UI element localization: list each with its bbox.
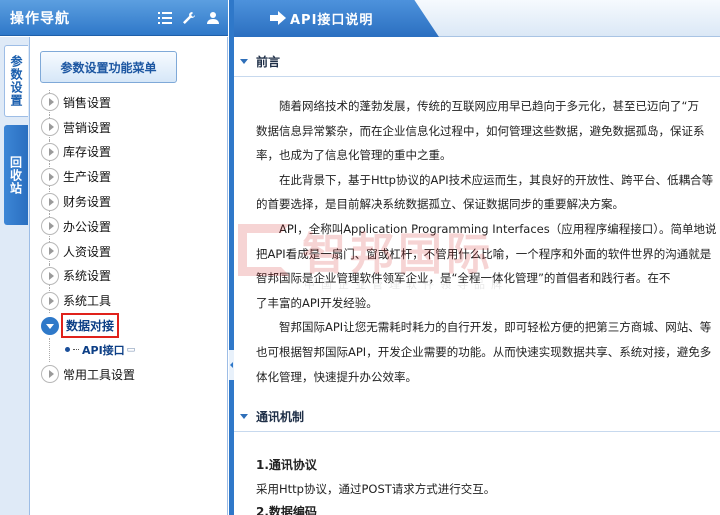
menu-item-common-tools[interactable]: 常用工具设置 bbox=[39, 362, 219, 387]
nav-title: 操作导航 bbox=[10, 10, 70, 27]
paragraph-line: 把API看成是一扇门、窗或杠杆，不管用什么比喻，一个程序和外面的软件世界的沟通就… bbox=[256, 246, 712, 261]
paragraph-line: 体化管理，快速提升办公效率。 bbox=[256, 369, 417, 384]
paragraph-line: API，全称叫Application Programming Interface… bbox=[279, 221, 717, 236]
protocol-text: 采用Http协议，通过POST请求方式进行交互。 bbox=[256, 482, 496, 496]
bullet-icon bbox=[65, 347, 70, 353]
paragraph-line: 在此背景下，基于Http协议的API技术应运而生，其良好的开放性、跨平台、低耦合… bbox=[279, 172, 714, 187]
list-icon[interactable] bbox=[156, 9, 174, 27]
expand-arrow-icon bbox=[41, 217, 59, 236]
expand-arrow-icon bbox=[41, 93, 59, 112]
collapse-caret-icon bbox=[240, 414, 248, 419]
expand-arrow-icon bbox=[41, 266, 59, 285]
menu-item-marketing[interactable]: 营销设置 bbox=[39, 114, 219, 140]
preface-text: 随着网络技术的蓬勃发展，传统的互联网应用早已趋向于多元化，甚至已迈向了“万 数据… bbox=[256, 94, 720, 389]
paragraph-line: 随着网络技术的蓬勃发展，传统的互联网应用早已趋向于多元化，甚至已迈向了“万 bbox=[279, 99, 699, 113]
highlighted-menu-label: 数据对接 bbox=[61, 313, 120, 339]
content-tab[interactable]: API接口说明 bbox=[234, 0, 439, 37]
collapse-arrow-icon bbox=[41, 316, 59, 335]
section-preface-header[interactable]: 前言 bbox=[234, 47, 720, 77]
paragraph-line: 智邦国际API让您无需耗时耗力的自行开发，即可轻松方便的把第三方商城、网站、等 bbox=[279, 320, 712, 335]
section-communication-header[interactable]: 通讯机制 bbox=[234, 402, 720, 432]
subsection-protocol-title: 1.通讯协议 bbox=[256, 458, 317, 472]
expand-arrow-icon bbox=[41, 291, 59, 310]
tab-recycle-bin[interactable]: 回收站 bbox=[4, 125, 28, 225]
submenu-item-api[interactable]: API接口 ▭ bbox=[39, 337, 219, 362]
expand-arrow-icon bbox=[41, 167, 59, 186]
nav-tree-panel: 参数设置功能菜单 销售设置 营销设置 库存设置 生产设置 财务设置 办公设置 人… bbox=[31, 37, 228, 515]
wrench-icon[interactable] bbox=[180, 9, 198, 27]
paragraph-line: 也可根据智邦国际API，开发企业需要的功能。从而快速实现数据共享、系统对接，避免… bbox=[256, 344, 712, 359]
page-icon: ▭ bbox=[126, 344, 136, 355]
content-title: API接口说明 bbox=[290, 13, 374, 28]
menu-item-data-integration[interactable]: 数据对接 bbox=[39, 313, 219, 339]
expand-arrow-icon bbox=[41, 365, 59, 384]
side-tabs: 参数设置 回收站 bbox=[0, 37, 30, 515]
expand-arrow-icon bbox=[41, 242, 59, 261]
menu-item-hr[interactable]: 人资设置 bbox=[39, 238, 219, 264]
user-icon[interactable] bbox=[204, 9, 222, 27]
menu-item-production[interactable]: 生产设置 bbox=[39, 164, 219, 190]
subsection-encoding-title: 2.数据编码 bbox=[256, 505, 317, 515]
paragraph-line: 智邦国际是企业管理软件领军企业，是“全程一体化管理”的首倡者和践行者。在不 bbox=[256, 271, 671, 286]
paragraph-line: 的首要选择，是目前解决系统数据孤立、保证数据同步的重要解决方案。 bbox=[256, 197, 624, 212]
paragraph-line: 了丰富的API开发经验。 bbox=[256, 295, 378, 310]
paragraph-line: 率，也成为了信息化管理的重中之重。 bbox=[256, 148, 452, 163]
expand-arrow-icon bbox=[41, 192, 59, 211]
collapse-caret-icon bbox=[240, 59, 248, 64]
menu-item-sales[interactable]: 销售设置 bbox=[39, 90, 219, 115]
menu-item-finance[interactable]: 财务设置 bbox=[39, 189, 219, 214]
tab-parameter-settings[interactable]: 参数设置 bbox=[4, 45, 28, 117]
menu-title-button[interactable]: 参数设置功能菜单 bbox=[40, 51, 177, 83]
content-header: API接口说明 bbox=[234, 0, 720, 37]
nav-header: 操作导航 bbox=[0, 0, 228, 36]
expand-arrow-icon bbox=[41, 118, 59, 137]
menu-item-inventory[interactable]: 库存设置 bbox=[39, 139, 219, 165]
menu-item-system-tools[interactable]: 系统工具 bbox=[39, 288, 219, 314]
menu-item-office[interactable]: 办公设置 bbox=[39, 213, 219, 239]
menu-item-system[interactable]: 系统设置 bbox=[39, 263, 219, 289]
paragraph-line: 数据信息异常繁杂，而在企业信息化过程中，如何管理这些数据，避免数据孤岛，保证系 bbox=[256, 123, 705, 138]
expand-arrow-icon bbox=[41, 142, 59, 161]
arrow-right-icon bbox=[270, 11, 286, 25]
menu-tree: 销售设置 营销设置 库存设置 生产设置 财务设置 办公设置 人资设置 系统设置 … bbox=[39, 90, 219, 387]
content-panel: API接口说明 前言 随着网络技术的蓬勃发展，传统的互联网应用早已趋向于多元化，… bbox=[234, 0, 720, 515]
